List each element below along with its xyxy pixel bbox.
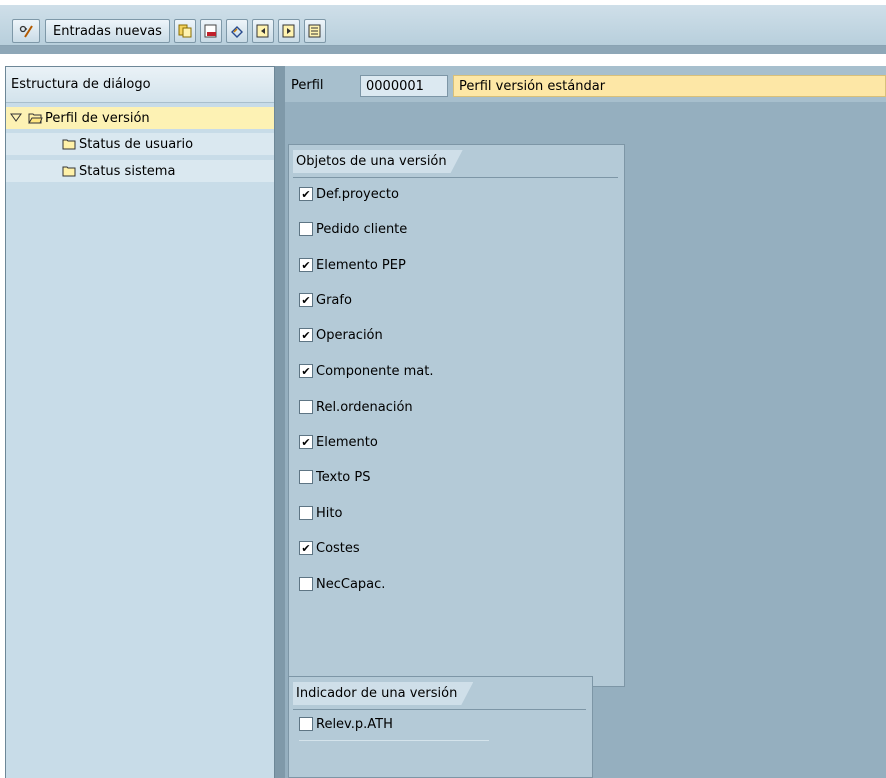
next-entry-icon <box>282 24 295 38</box>
checkbox-row[interactable]: ✔ Grafo <box>299 289 352 311</box>
other-entry-icon <box>308 24 321 38</box>
checkbox-row[interactable]: ✔ Def.proyecto <box>299 183 399 205</box>
display-change-button[interactable] <box>12 19 40 43</box>
checkbox-row[interactable]: ✔ Elemento PEP <box>299 254 406 276</box>
dialog-structure-title: Estructura de diálogo <box>11 77 151 92</box>
dialog-structure-header: Estructura de diálogo <box>6 67 274 103</box>
checkbox-operacion[interactable]: ✔ <box>299 328 313 342</box>
delete-icon <box>204 24 217 38</box>
checkbox-row[interactable]: ✔ Costes <box>299 537 360 559</box>
expand-triangle-icon[interactable] <box>10 112 22 124</box>
checkbox-row[interactable]: Texto PS <box>299 466 370 488</box>
tree-item-version-profile[interactable]: Perfil de versión <box>6 107 274 129</box>
checkbox-rel-ordenacion[interactable] <box>299 400 313 414</box>
toolbar-divider <box>0 46 886 54</box>
tree-item-system-status[interactable]: Status sistema <box>6 160 274 182</box>
checkbox-row[interactable]: ✔ Operación <box>299 324 383 346</box>
checkbox-relev-p-ath[interactable] <box>299 717 313 731</box>
checkbox-elemento[interactable]: ✔ <box>299 435 313 449</box>
field-underline <box>299 740 489 741</box>
previous-entry-icon <box>256 24 269 38</box>
detail-area: Perfil 0000001 Perfil versión estándar O… <box>285 66 886 778</box>
dialog-structure-panel: Estructura de diálogo Perfil de versión … <box>5 66 275 778</box>
profile-id-field[interactable]: 0000001 <box>360 75 448 97</box>
profile-label: Perfil <box>291 78 324 93</box>
copy-icon <box>178 24 192 38</box>
checkbox-hito[interactable] <box>299 506 313 520</box>
open-folder-icon <box>28 113 43 124</box>
group-title-line <box>293 709 586 710</box>
checkbox-row[interactable]: Relev.p.ATH <box>299 713 393 735</box>
undo-icon <box>231 26 243 38</box>
new-entries-label: Entradas nuevas <box>53 23 162 39</box>
delete-button[interactable] <box>200 19 222 43</box>
checkbox-texto-ps[interactable] <box>299 470 313 484</box>
checkbox-neccapac[interactable] <box>299 577 313 591</box>
checkbox-costes[interactable]: ✔ <box>299 541 313 555</box>
profile-id-value: 0000001 <box>366 78 424 94</box>
next-entry-button[interactable] <box>278 19 300 43</box>
checkbox-row[interactable]: ✔ Elemento <box>299 431 378 453</box>
checkbox-elemento-pep[interactable]: ✔ <box>299 258 313 272</box>
checkbox-componente-mat[interactable]: ✔ <box>299 364 313 378</box>
checkbox-grafo[interactable]: ✔ <box>299 293 313 307</box>
tree-item-label: Status de usuario <box>79 136 194 152</box>
checkbox-row[interactable]: ✔ Componente mat. <box>299 360 433 382</box>
group-title-line <box>293 177 618 178</box>
copy-button[interactable] <box>174 19 196 43</box>
profile-description-value: Perfil versión estándar <box>459 78 606 94</box>
previous-entry-button[interactable] <box>252 19 274 43</box>
panel-splitter[interactable] <box>275 66 285 778</box>
application-toolbar: Entradas nuevas <box>0 5 886 46</box>
tree-item-label: Status sistema <box>79 163 176 179</box>
checkbox-row[interactable]: Pedido cliente <box>299 218 407 240</box>
version-objects-title: Objetos de una versión <box>293 150 463 173</box>
glasses-pencil-icon <box>19 25 33 38</box>
version-objects-group: Objetos de una versión ✔ Def.proyecto Ped… <box>288 144 625 687</box>
folder-icon <box>62 166 76 177</box>
tree-item-label: Perfil de versión <box>45 110 150 126</box>
tree-item-user-status[interactable]: Status de usuario <box>6 133 274 155</box>
checkbox-row[interactable]: NecCapac. <box>299 573 385 595</box>
checkbox-def-proyecto[interactable]: ✔ <box>299 187 313 201</box>
other-entry-button[interactable] <box>304 19 326 43</box>
checkbox-row[interactable]: Rel.ordenación <box>299 396 413 418</box>
version-indicator-group: Indicador de una versión Relev.p.ATH <box>288 676 593 778</box>
new-entries-button[interactable]: Entradas nuevas <box>45 19 170 43</box>
folder-icon <box>62 139 76 150</box>
profile-description-field: Perfil versión estándar <box>453 75 886 97</box>
undo-button[interactable] <box>226 19 248 43</box>
checkbox-pedido-cliente[interactable] <box>299 222 313 236</box>
checkbox-row[interactable]: Hito <box>299 502 342 524</box>
version-indicator-title: Indicador de una versión <box>293 682 473 705</box>
